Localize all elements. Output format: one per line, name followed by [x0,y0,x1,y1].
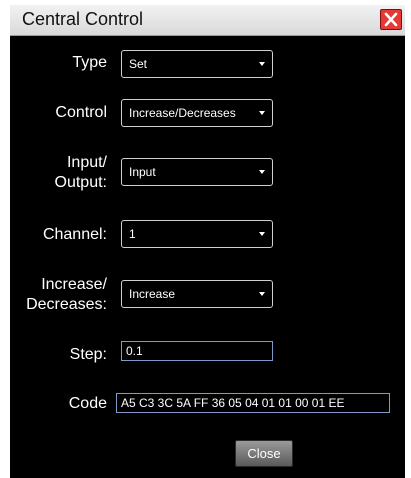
type-label: Type [72,54,107,71]
step-label: Step: [69,346,107,363]
increase-decreases-label: Increase/ Decreases: [10,275,107,315]
chevron-down-icon [259,62,265,66]
central-control-dialog: Central Control Type Set Control Increas… [10,5,405,478]
channel-select-value: 1 [129,227,136,241]
input-output-label-line2: Output: [54,174,107,191]
chevron-down-icon [259,170,265,174]
chevron-down-icon [259,232,265,236]
channel-select[interactable]: 1 [121,220,273,248]
code-field[interactable]: A5 C3 3C 5A FF 36 05 04 01 01 00 01 EE [116,393,390,413]
type-select[interactable]: Set [121,50,273,78]
increase-decreases-select[interactable]: Increase [121,280,273,308]
increase-decreases-select-value: Increase [129,287,176,301]
chevron-down-icon [259,111,265,115]
input-output-label-line1: Input/ [66,154,107,171]
input-output-select[interactable]: Input [121,158,273,186]
window-title: Central Control [22,9,144,29]
title-bar: Central Control [10,5,405,36]
close-icon[interactable] [380,9,402,30]
control-select-value: Increase/Decreases [129,106,236,120]
increase-decreases-label-line2: Decreases: [26,296,107,313]
input-output-select-value: Input [129,165,156,179]
increase-decreases-label-line1: Increase/ [41,276,107,293]
close-button[interactable]: Close [235,440,293,467]
step-input[interactable]: 0.1 [121,341,273,361]
control-select[interactable]: Increase/Decreases [121,99,273,127]
type-select-value: Set [129,57,148,71]
code-label: Code [68,395,107,412]
chevron-down-icon [259,292,265,296]
input-output-label: Input/ Output: [10,153,107,193]
channel-label: Channel: [42,226,107,243]
control-label: Control [55,104,107,121]
